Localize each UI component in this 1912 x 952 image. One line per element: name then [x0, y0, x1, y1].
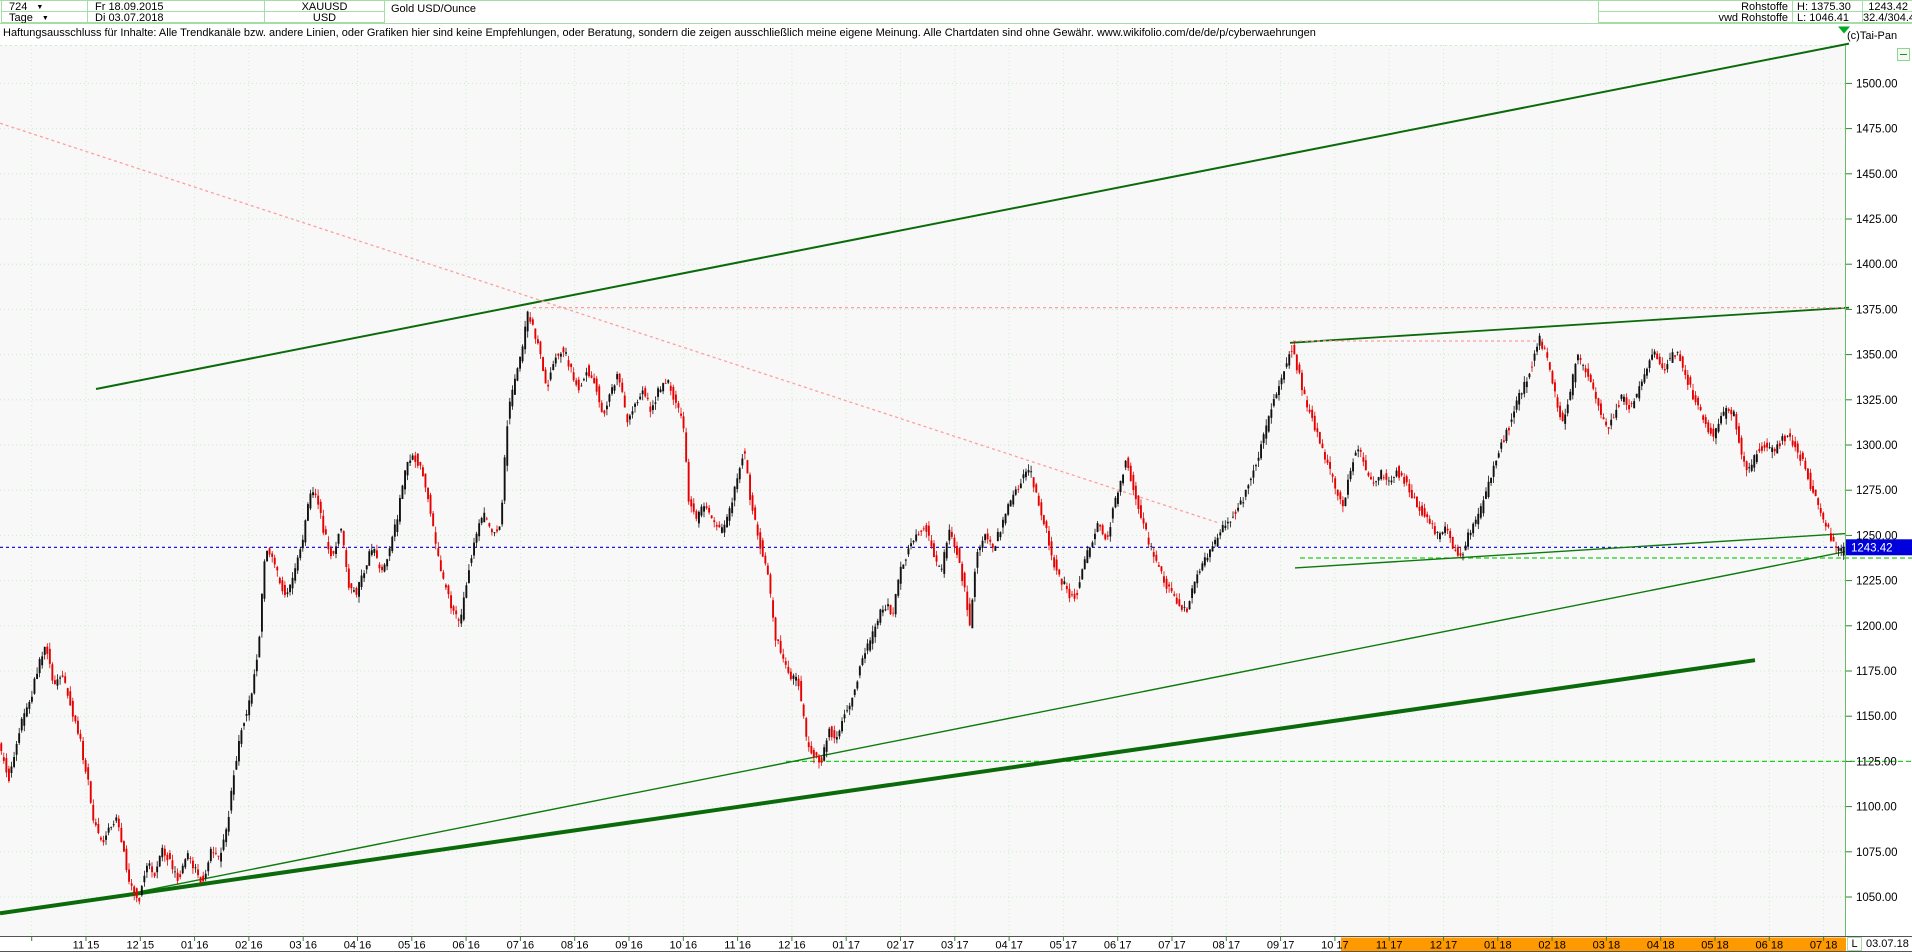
month-tick-label: 02 16 — [235, 940, 263, 952]
header-last-price: 1243.42 — [1863, 0, 1912, 13]
month-tick-label: 04 16 — [344, 940, 372, 952]
instrument-title: Gold USD/Ounce — [391, 3, 476, 15]
header-range: 32.4/304.4 — [1863, 12, 1912, 24]
last-price-badge-text: 1243.42 — [1851, 542, 1893, 554]
month-tick-label: 09 17 — [1267, 940, 1295, 952]
month-tick-label: 11 17 — [1376, 940, 1403, 952]
price-tick-label: 1375.00 — [1856, 304, 1898, 316]
month-tick-label: 03 17 — [941, 940, 969, 952]
period-low: L: 1046.41 — [1793, 12, 1863, 24]
month-tick-label: 02 18 — [1538, 940, 1566, 952]
group-name-line1: Rohstoffe — [1598, 0, 1793, 13]
time-axis: 11 15 12 15 01 16 02 16 03 16 04 16 05 16 06 16… — [31, 937, 1846, 952]
price-tick-label: 1425.00 — [1856, 214, 1898, 226]
bottom-date-label: 03.07.18 — [1866, 938, 1909, 950]
date-to-field[interactable]: Di 03.07.2018 — [88, 12, 265, 24]
month-tick-label: 07 16 — [507, 940, 535, 952]
disclaimer-text: Haftungsausschluss für Inhalte: Alle Tre… — [3, 27, 1316, 39]
month-tick-label: 11 16 — [724, 940, 751, 952]
month-tick-label: 08 16 — [561, 940, 589, 952]
price-tick-label: 1300.00 — [1856, 440, 1898, 452]
bars-count-dropdown[interactable]: 724 ▼ — [1, 0, 88, 13]
chevron-down-icon: ▼ — [41, 15, 49, 22]
price-tick-label: 1475.00 — [1856, 124, 1898, 136]
month-tick-label: 12 17 — [1430, 940, 1458, 952]
price-chart-canvas[interactable]: 1050.00 1075.00 1100.00 1125.00 1150.00 1175.… — [0, 23, 1912, 952]
month-tick-label: 04 18 — [1647, 940, 1675, 952]
price-tick-label: 1500.00 — [1856, 78, 1898, 90]
chevron-down-icon: ▼ — [36, 4, 44, 11]
price-tick-label: 1450.00 — [1856, 169, 1898, 181]
month-tick-label: 02 17 — [887, 940, 915, 952]
price-tick-label: 1225.00 — [1856, 576, 1898, 588]
month-tick-label: 03 18 — [1593, 940, 1621, 952]
price-tick-label: 1200.00 — [1856, 621, 1898, 633]
taipan-chart-window: { "header": { "left": { "bars_count": "7… — [0, 0, 1912, 952]
month-tick-label: 12 15 — [127, 940, 155, 952]
month-tick-label: 04 17 — [995, 940, 1023, 952]
price-axis: 1050.00 1075.00 1100.00 1125.00 1150.00 1175.… — [1846, 78, 1912, 904]
bottom-l-cell: L — [1847, 937, 1862, 951]
month-tick-label: 11 15 — [73, 940, 100, 952]
price-tick-label: 1125.00 — [1856, 756, 1897, 768]
price-tick-label: 1150.00 — [1856, 711, 1897, 723]
month-tick-label: 07 18 — [1810, 940, 1838, 952]
month-tick-label: 05 16 — [398, 940, 426, 952]
copyright-label: (c)Tai-Pan — [1847, 30, 1898, 42]
month-tick-label: 08 17 — [1213, 940, 1241, 952]
price-tick-label: 1400.00 — [1856, 259, 1898, 271]
month-tick-label: 12 16 — [778, 940, 806, 952]
date-from-field[interactable]: Fr 18.09.2015 — [88, 0, 265, 13]
group-name-line2: vwd Rohstoffe — [1598, 12, 1793, 24]
month-tick-label: 05 18 — [1701, 940, 1729, 952]
price-tick-label: 1075.00 — [1856, 847, 1898, 859]
month-tick-label: 01 18 — [1484, 940, 1512, 952]
month-tick-label: 03 16 — [289, 940, 317, 952]
month-tick-label: 10 17 — [1321, 940, 1349, 952]
month-tick-label: 05 17 — [1050, 940, 1078, 952]
month-tick-label: 07 17 — [1158, 940, 1186, 952]
price-tick-label: 1275.00 — [1856, 485, 1898, 497]
month-tick-label: 10 16 — [670, 940, 698, 952]
symbol-cell: XAUUSD — [265, 0, 385, 13]
price-tick-label: 1050.00 — [1856, 892, 1898, 904]
period-high: H: 1375.30 — [1793, 0, 1863, 13]
month-tick-label: 06 17 — [1104, 940, 1132, 952]
price-tick-label: 1175.00 — [1856, 666, 1897, 678]
price-tick-label: 1100.00 — [1856, 802, 1897, 814]
month-tick-label: 01 17 — [832, 940, 860, 952]
month-tick-label: 09 16 — [615, 940, 643, 952]
month-tick-label: 06 18 — [1756, 940, 1784, 952]
month-tick-label: 01 16 — [181, 940, 209, 952]
price-tick-label: 1325.00 — [1856, 395, 1898, 407]
timeframe-dropdown[interactable]: Tage ▼ — [1, 12, 88, 24]
price-tick-label: 1350.00 — [1856, 350, 1898, 362]
collapse-icon — [1897, 48, 1910, 61]
month-tick-label: 06 16 — [452, 940, 480, 952]
currency-cell: USD — [265, 12, 385, 24]
